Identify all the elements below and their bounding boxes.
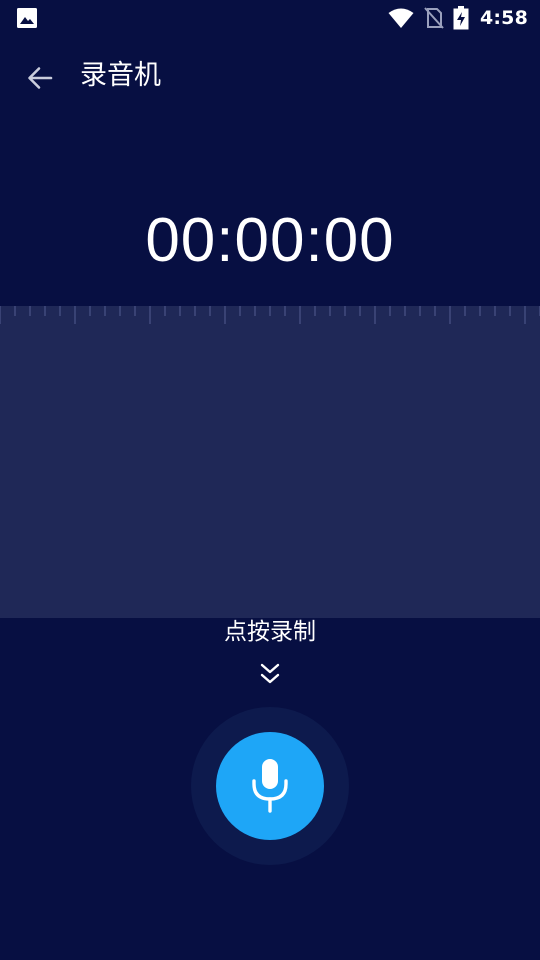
microphone-icon bbox=[252, 759, 288, 813]
wifi-icon bbox=[388, 8, 414, 28]
arrow-left-icon bbox=[28, 67, 53, 89]
app-bar: 录音机 bbox=[0, 44, 540, 110]
tap-to-record-label: 点按录制 bbox=[224, 619, 316, 645]
back-button[interactable] bbox=[22, 60, 58, 96]
page-title: 录音机 bbox=[80, 60, 161, 91]
no-sim-icon bbox=[424, 7, 444, 29]
status-icons: 4:58 bbox=[388, 0, 528, 36]
gallery-icon bbox=[17, 8, 37, 28]
chevron-double-down-icon bbox=[260, 663, 280, 684]
record-button[interactable] bbox=[216, 732, 324, 840]
status-time: 4:58 bbox=[479, 7, 528, 29]
time-ruler bbox=[0, 306, 540, 324]
battery-charging-icon bbox=[453, 6, 469, 30]
status-bar: 4:58 bbox=[0, 0, 540, 36]
elapsed-timer: 00:00:00 bbox=[145, 206, 395, 275]
waveform-panel bbox=[0, 306, 540, 618]
